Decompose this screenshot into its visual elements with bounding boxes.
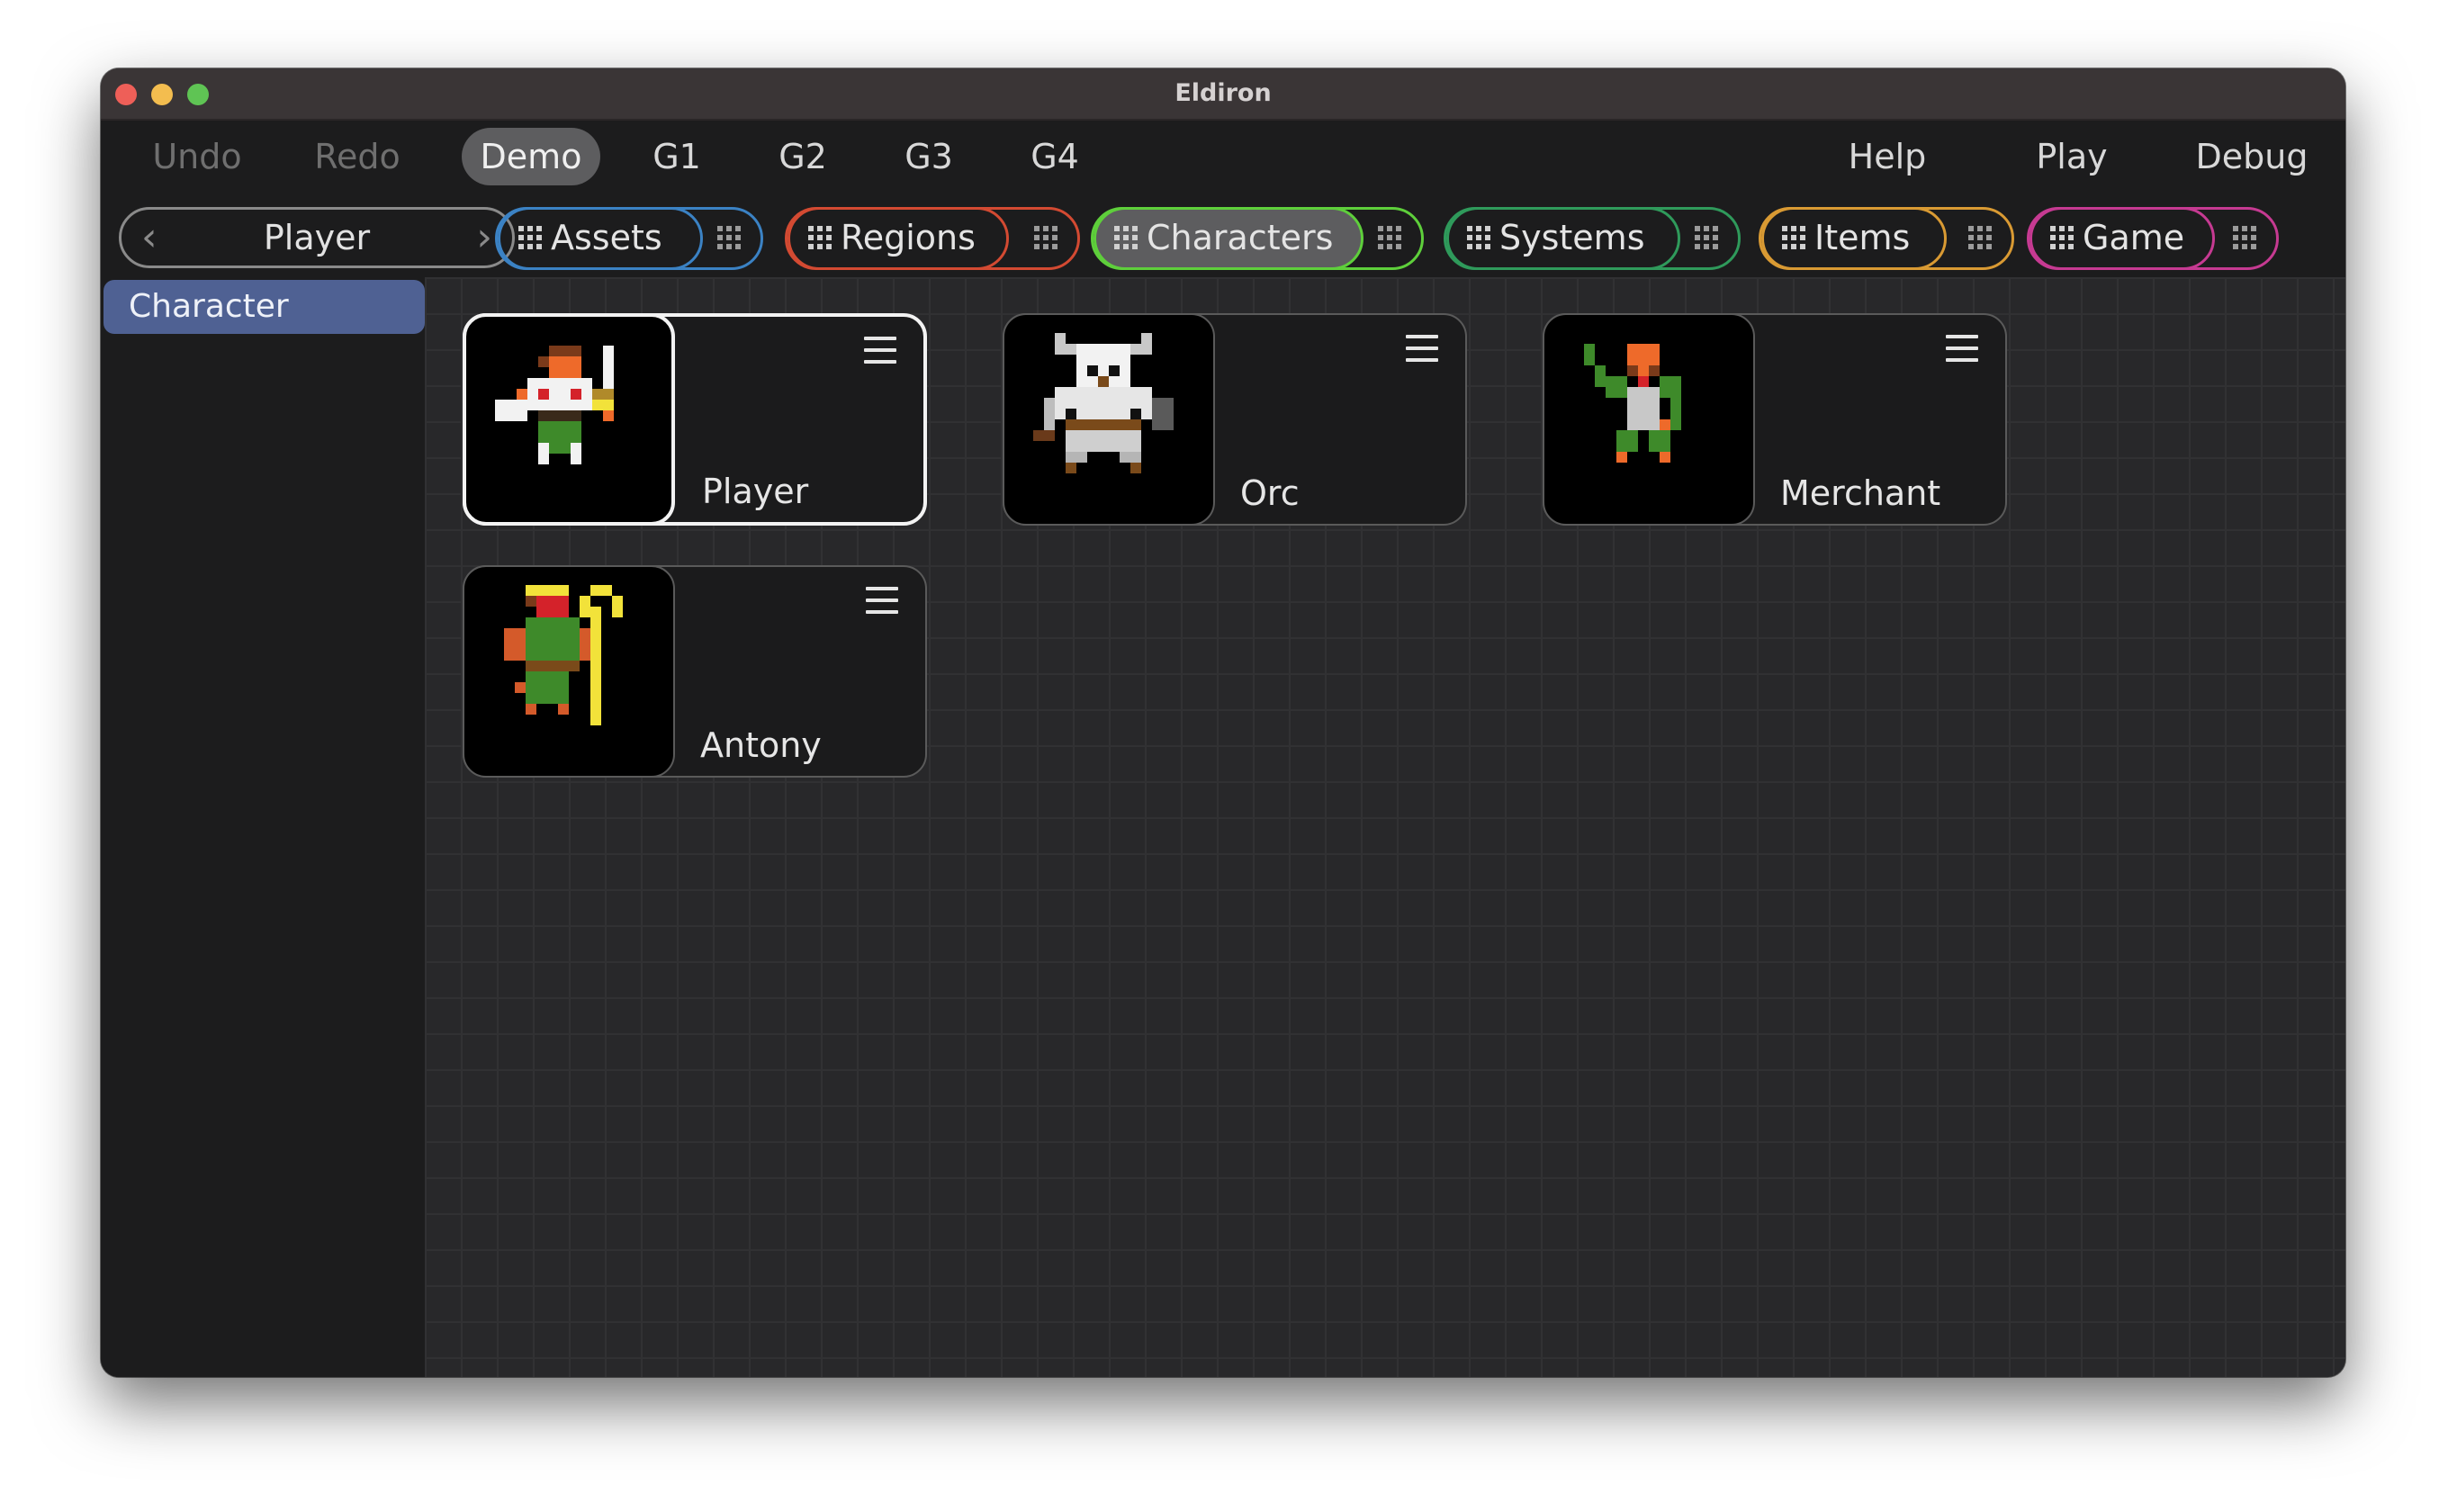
hamburger-menu-icon[interactable] <box>866 587 898 614</box>
g4-button[interactable]: G4 <box>1019 128 1091 185</box>
redo-button[interactable]: Redo <box>299 128 416 185</box>
grip-icon <box>1782 226 1805 249</box>
group-regions-button[interactable]: Regions <box>788 207 1009 270</box>
grip-icon <box>808 226 832 249</box>
group-game-button[interactable]: Game <box>2030 207 2215 270</box>
grip-handle-icon[interactable] <box>2233 226 2256 249</box>
hamburger-menu-icon[interactable] <box>1946 335 1978 362</box>
toolbar: ‹ Player › Assets Regions Characters Sys… <box>101 196 2345 270</box>
group-systems-label: Systems <box>1499 218 1645 257</box>
group-characters-button[interactable]: Characters <box>1094 207 1364 270</box>
group-regions: Regions <box>785 207 1080 270</box>
chevron-right-icon[interactable]: › <box>476 210 492 266</box>
group-systems-button[interactable]: Systems <box>1446 207 1680 270</box>
grip-handle-icon[interactable] <box>1034 226 1058 249</box>
group-game-label: Game <box>2083 218 2185 257</box>
player-sprite-icon <box>463 313 675 526</box>
undo-button[interactable]: Undo <box>139 128 256 185</box>
group-systems: Systems <box>1444 207 1741 270</box>
merchant-sprite-icon <box>1543 313 1755 526</box>
group-items-button[interactable]: Items <box>1761 207 1947 270</box>
group-items: Items <box>1759 207 2014 270</box>
character-name: Antony <box>700 725 822 765</box>
group-assets-label: Assets <box>551 218 662 257</box>
g2-button[interactable]: G2 <box>767 128 839 185</box>
current-character-label: Player <box>263 218 371 257</box>
grip-icon <box>1114 226 1138 249</box>
group-assets-button[interactable]: Assets <box>498 207 703 270</box>
character-card-orc[interactable]: Orc <box>1003 313 1467 526</box>
menu-bar: Undo Redo Demo G1 G2 G3 G4 Help Play Deb… <box>101 121 2345 196</box>
group-regions-label: Regions <box>841 218 976 257</box>
group-game: Game <box>2027 207 2279 270</box>
character-card-antony[interactable]: Antony <box>463 565 927 778</box>
hamburger-menu-icon[interactable] <box>864 337 896 364</box>
grip-handle-icon[interactable] <box>1378 226 1401 249</box>
group-assets: Assets <box>495 207 763 270</box>
character-navigator: ‹ Player › <box>119 207 515 268</box>
demo-button[interactable]: Demo <box>462 128 600 185</box>
character-name: Merchant <box>1780 473 1941 513</box>
character-card-merchant[interactable]: Merchant <box>1543 313 2007 526</box>
app-window: Eldiron Undo Redo Demo G1 G2 G3 G4 Help … <box>101 68 2345 1377</box>
grip-icon <box>1467 226 1490 249</box>
hamburger-menu-icon[interactable] <box>1406 335 1438 362</box>
play-button[interactable]: Play <box>2018 128 2126 185</box>
g3-button[interactable]: G3 <box>893 128 965 185</box>
sidebar-item-character[interactable]: Character <box>104 280 425 334</box>
grip-icon <box>518 226 542 249</box>
character-name: Orc <box>1240 473 1300 513</box>
group-characters: Characters <box>1091 207 1424 270</box>
grip-handle-icon[interactable] <box>1968 226 1992 249</box>
debug-button[interactable]: Debug <box>2171 128 2333 185</box>
group-items-label: Items <box>1814 218 1911 257</box>
g1-button[interactable]: G1 <box>641 128 713 185</box>
antony-sprite-icon <box>463 565 675 778</box>
grip-handle-icon[interactable] <box>1695 226 1718 249</box>
character-canvas[interactable]: Player Orc Merchant Antony <box>425 277 2345 1377</box>
help-button[interactable]: Help <box>1829 128 1946 185</box>
window-title: Eldiron <box>1174 79 1272 107</box>
character-card-player[interactable]: Player <box>463 313 927 526</box>
group-characters-label: Characters <box>1147 218 1334 257</box>
sidebar: Character <box>101 277 425 1377</box>
title-bar: Eldiron <box>101 68 2345 121</box>
orc-sprite-icon <box>1003 313 1215 526</box>
grip-icon <box>2050 226 2074 249</box>
grip-handle-icon[interactable] <box>717 226 741 249</box>
character-name: Player <box>702 472 809 511</box>
